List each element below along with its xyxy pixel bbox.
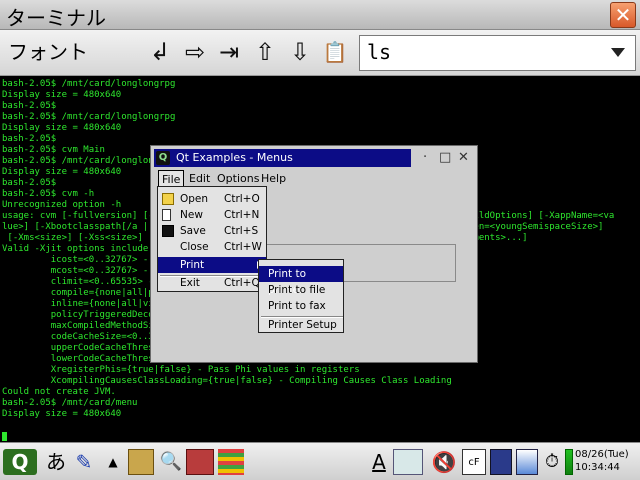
terminal-line: Valid -Xjit options include: (2, 244, 154, 254)
return-key-icon: ↲ (149, 38, 171, 66)
menu-item-print[interactable]: Print (158, 257, 266, 273)
qt-window-titlebar[interactable]: Q Qt Examples - Menus (154, 149, 411, 167)
return-key-button[interactable]: ↲ (145, 38, 175, 68)
input-mode-button[interactable]: あ (44, 449, 68, 475)
arrow-right-icon: ⇨ (184, 38, 206, 66)
terminal-line: Display size = 480x640 (2, 90, 122, 100)
font-menu-button[interactable]: フォント (8, 36, 88, 65)
terminal-line: XcompilingCausesClassLoading={true|false… (2, 376, 452, 386)
qt-window-title: Qt Examples - Menus (176, 151, 293, 164)
tab-key-icon: ⇥ (218, 38, 240, 66)
menu-item-open[interactable]: Open Ctrl+O (158, 191, 266, 207)
terminal-line: icost=<0..32767> - Int (2, 255, 170, 265)
terminal-line: Could not create JVM. (2, 387, 116, 397)
magnifier-icon: 🔍 (159, 451, 183, 472)
terminal-line: bash-2.05$ (2, 101, 57, 111)
window-title: ターミナル (6, 6, 106, 30)
menu-item-print-to-printer[interactable]: Print to printer (259, 266, 343, 296)
speaker-muted-icon: 🔇 (431, 450, 457, 474)
terminal-line: bash-2.05$ /mnt/card/longlongr (2, 156, 165, 166)
terminal-line: Display size = 480x640 (2, 123, 122, 133)
arrow-up-button[interactable]: ⇧ (250, 38, 280, 68)
qt-logo-icon: Q (156, 151, 170, 165)
terminal-line: XregisterPhis={true|false} - Pass Phi va… (2, 365, 360, 375)
print-submenu: Print to printer Print to file Print to … (258, 259, 344, 333)
terminal-cursor (2, 432, 7, 441)
chevron-down-icon[interactable] (611, 48, 625, 57)
taskbar-network[interactable] (393, 449, 423, 475)
volume-button[interactable]: 🔇 (430, 449, 458, 475)
menu-item-new[interactable]: New Ctrl+N (158, 207, 266, 223)
folder-icon (162, 193, 174, 205)
pen-input-button[interactable]: ✎ (70, 449, 98, 475)
tab-key-button[interactable]: ⇥ (214, 38, 244, 68)
terminal-line: Unrecognized option -h (2, 200, 122, 210)
stopwatch-icon: ⏱ (544, 451, 560, 472)
terminal-line: compile={none|all|poli (2, 288, 170, 298)
menu-item-print-to-fax[interactable]: Print to fax (259, 298, 343, 314)
floppy-icon (162, 225, 174, 237)
cf-card-indicator[interactable]: cF (462, 449, 486, 475)
terminal-line: bash-2.05$ (2, 178, 57, 188)
text-input-indicator[interactable]: A (368, 449, 390, 475)
file-menu-dropdown: Open Ctrl+O New Ctrl+N Save Ctrl+S Close… (157, 186, 267, 292)
terminal-line: bash-2.05$ (2, 134, 57, 144)
text-input-icon: A (372, 450, 386, 474)
terminal-line: climit=<0..65535> - Co (2, 277, 170, 287)
arrow-down-button[interactable]: ⇩ (285, 38, 315, 68)
app-list-button[interactable]: ▲ (104, 449, 122, 475)
toolbar: フォント ↲ ⇨ ⇥ ⇧ ⇩ 📋 ls (0, 30, 640, 76)
cf-card-icon: cF (468, 457, 480, 468)
title-bar: ターミナル ✕ (0, 0, 640, 30)
menu-item-save[interactable]: Save Ctrl+S (158, 223, 266, 239)
menu-item-print-to-file[interactable]: Print to file (259, 282, 343, 298)
pen-icon: ✎ (75, 450, 93, 474)
terminal-line: bash-2.05$ cvm Main (2, 145, 105, 155)
qt-logo-icon: Q (11, 450, 29, 474)
minimize-button[interactable]: · (423, 151, 427, 164)
taskbar-app-books[interactable] (186, 449, 214, 475)
taskbar-clock-app[interactable]: ⏱ (540, 449, 564, 475)
new-file-icon (162, 209, 171, 221)
clock[interactable]: 08/26(Tue) 10:34:44 (575, 448, 629, 474)
sd-card-indicator[interactable] (490, 449, 512, 475)
terminal-line: bash-2.05$ /mnt/card/menu (2, 398, 138, 408)
clipboard-paste-icon: 📋 (322, 40, 348, 64)
close-button[interactable]: ✕ (610, 2, 636, 28)
taskbar-app-calendar[interactable] (218, 449, 244, 475)
terminal-line: bash-2.05$ cvm -h (2, 189, 95, 199)
start-menu-button[interactable]: Q (3, 449, 37, 475)
terminal-line: Display size = 480x640 (2, 167, 122, 177)
terminal-line: policyTriggeredDecompi (2, 310, 170, 320)
terminal-line: maxCompiledMethodSize= (2, 321, 170, 331)
maximize-button[interactable]: □ (439, 151, 451, 164)
taskbar-app-viewer[interactable]: 🔍 (158, 449, 184, 475)
taskbar-app-notes[interactable] (128, 449, 154, 475)
paste-button[interactable]: 📋 (320, 38, 350, 68)
terminal-line: mcost=<0..32767> - Mi (2, 266, 165, 276)
triangle-up-icon: ▲ (108, 455, 118, 469)
battery-indicator (565, 449, 573, 475)
terminal-line: inline={none|all|virtu (2, 299, 170, 309)
terminal-line: codeCacheSize=<0..3355 (2, 332, 170, 342)
clock-date: 08/26(Tue) (575, 449, 629, 460)
menu-item-close[interactable]: Close Ctrl+W (158, 239, 266, 255)
terminal-line: bash-2.05$ /mnt/card/longlongrpg (2, 112, 176, 122)
command-combobox[interactable]: ls (359, 35, 636, 71)
terminal-line: Display size = 480x640 (2, 409, 122, 419)
taskbar-storage[interactable] (516, 449, 538, 475)
qt-close-button[interactable]: ✕ (458, 151, 469, 164)
menu-item-printer-setup[interactable]: Printer Setup (259, 317, 343, 333)
clock-time: 10:34:44 (575, 462, 620, 473)
close-icon: ✕ (614, 3, 632, 27)
input-mode-label: あ (46, 450, 66, 474)
command-value: ls (367, 40, 392, 64)
arrow-right-button[interactable]: ⇨ (180, 38, 210, 68)
taskbar: Q あ ✎ ▲ 🔍 A 🔇 cF ⏱ 08/26(Tue) 10:34:44 (0, 442, 640, 480)
arrow-down-icon: ⇩ (289, 38, 311, 66)
arrow-up-icon: ⇧ (254, 38, 276, 66)
terminal-line: bash-2.05$ /mnt/card/longlongrpg (2, 79, 176, 89)
menu-item-exit[interactable]: Exit Ctrl+Q (158, 275, 266, 291)
